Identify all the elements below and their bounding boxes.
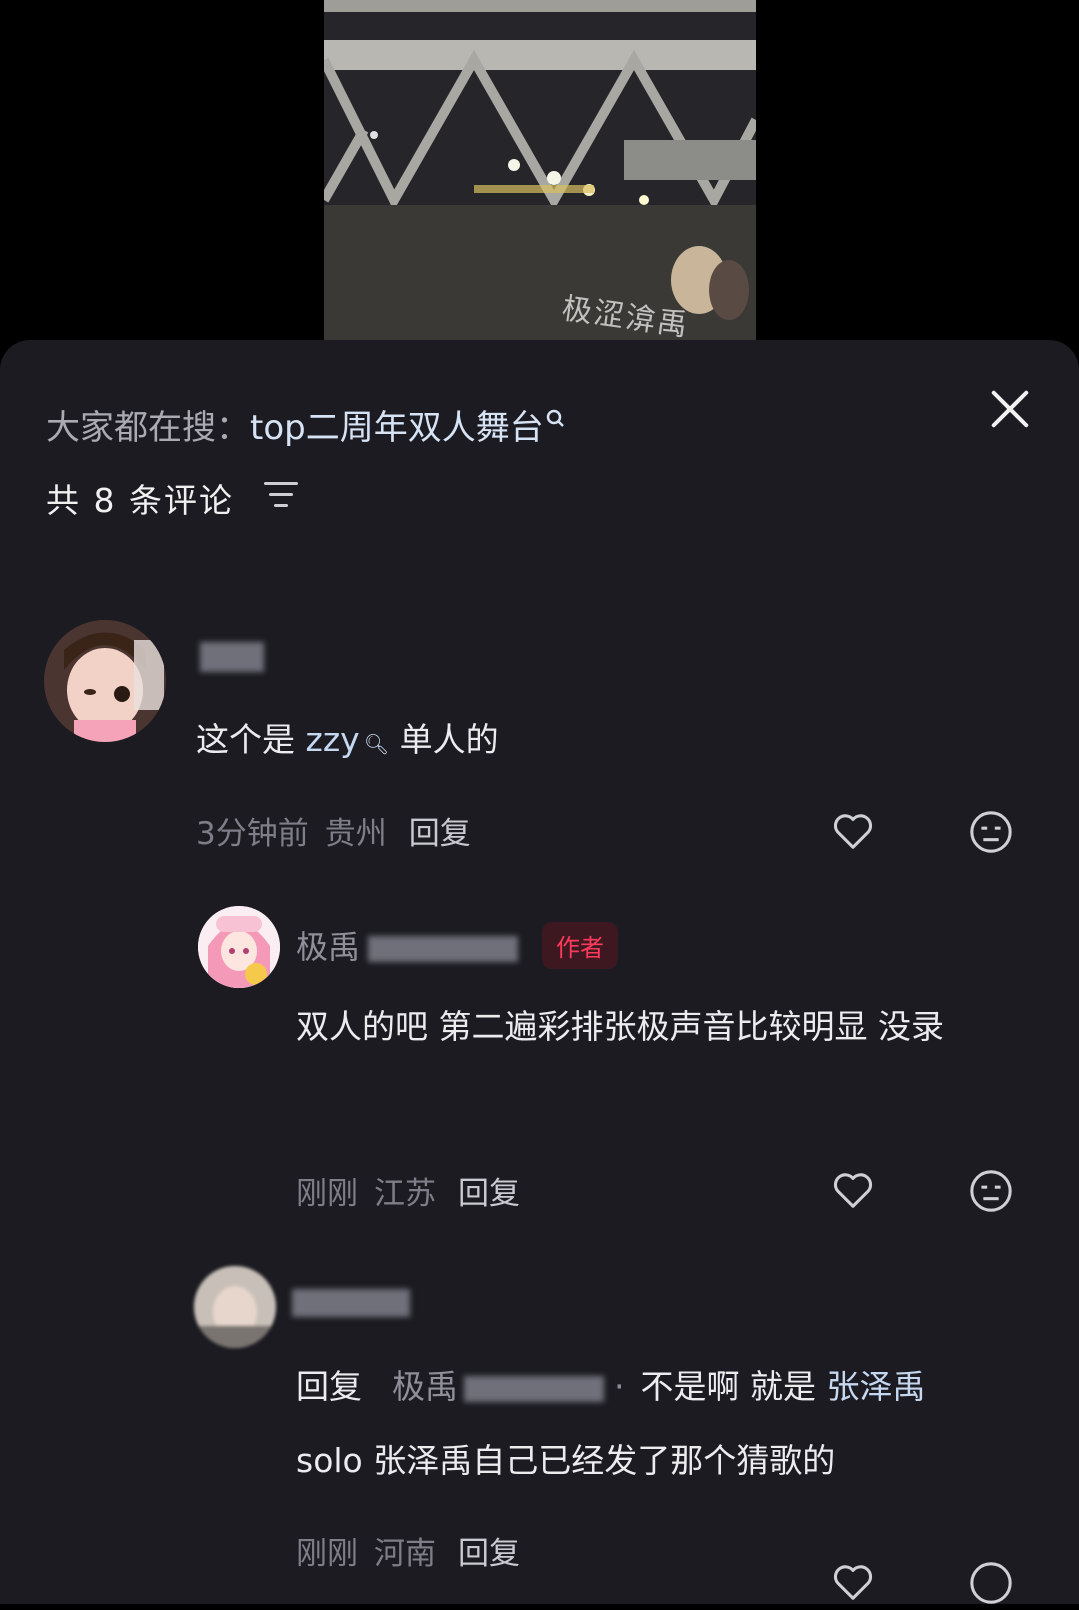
comment-meta: 刚刚 河南 回复 <box>296 1528 520 1573</box>
reply-button[interactable]: 回复 <box>409 816 471 852</box>
comment-body: 回复 极禹 · 不是啊 就是 张泽禹 solo 张泽禹自己已经发了那个猜歌的 <box>296 1367 926 1480</box>
reply-button[interactable]: 回复 <box>458 1176 520 1212</box>
reply-target[interactable]: 极禹 <box>392 1367 458 1406</box>
comment-time: 刚刚 <box>296 1176 358 1212</box>
comment-nickname[interactable]: 极禹 <box>296 922 519 968</box>
dislike-face-icon[interactable] <box>968 809 1014 855</box>
comment-meta: 3分钟前 贵州 回复 <box>196 808 471 853</box>
comment-location: 河南 <box>374 1536 436 1572</box>
search-prefix: 大家都在搜： <box>46 408 250 448</box>
dislike-face-icon[interactable] <box>968 1560 1014 1606</box>
close-icon[interactable] <box>989 388 1031 430</box>
avatar[interactable] <box>194 1266 276 1348</box>
heart-icon[interactable] <box>830 1166 876 1212</box>
comment-nickname[interactable] <box>200 636 264 674</box>
reply-button[interactable]: 回复 <box>458 1536 520 1572</box>
comments-panel: 大家都在搜：top二周年双人舞台 共 8 条评论 这个是 zzy🔍︎ 单人的 <box>0 340 1079 1604</box>
search-icon: 🔍︎ <box>363 732 390 756</box>
video-scene <box>324 0 756 345</box>
mention-link[interactable]: 张泽禹 <box>826 1367 925 1406</box>
video-player[interactable]: 极涩渰禹 <box>324 0 756 345</box>
avatar[interactable] <box>44 620 166 742</box>
comment-location: 江苏 <box>374 1176 436 1212</box>
comment-body: 双人的吧 第二遍彩排张极声音比较明显 没录 <box>296 1007 944 1046</box>
comment-body: 这个是 zzy 🔍︎ 单人的 <box>196 720 499 759</box>
mention-link[interactable]: zzy <box>306 720 360 759</box>
comment-time: 3分钟前 <box>196 816 309 852</box>
sort-filter-icon[interactable] <box>264 482 298 508</box>
search-term[interactable]: top二周年双人舞台 <box>250 408 544 448</box>
heart-icon[interactable] <box>830 807 876 853</box>
video-area[interactable]: 极涩渰禹 <box>0 0 1079 345</box>
comment-time: 刚刚 <box>296 1536 358 1572</box>
comment-meta: 刚刚 江苏 回复 <box>296 1168 520 1213</box>
reply-prefix: 回复 <box>296 1367 362 1406</box>
avatar[interactable] <box>198 906 280 988</box>
search-icon <box>546 400 566 440</box>
comment-location: 贵州 <box>324 816 387 852</box>
comment-count: 共 8 条评论 <box>46 481 234 520</box>
search-suggestion[interactable]: 大家都在搜：top二周年双人舞台 <box>46 400 566 449</box>
comment-nickname[interactable] <box>292 1282 410 1320</box>
dislike-face-icon[interactable] <box>968 1168 1014 1214</box>
heart-icon[interactable] <box>830 1558 876 1604</box>
author-badge: 作者 <box>542 922 618 969</box>
